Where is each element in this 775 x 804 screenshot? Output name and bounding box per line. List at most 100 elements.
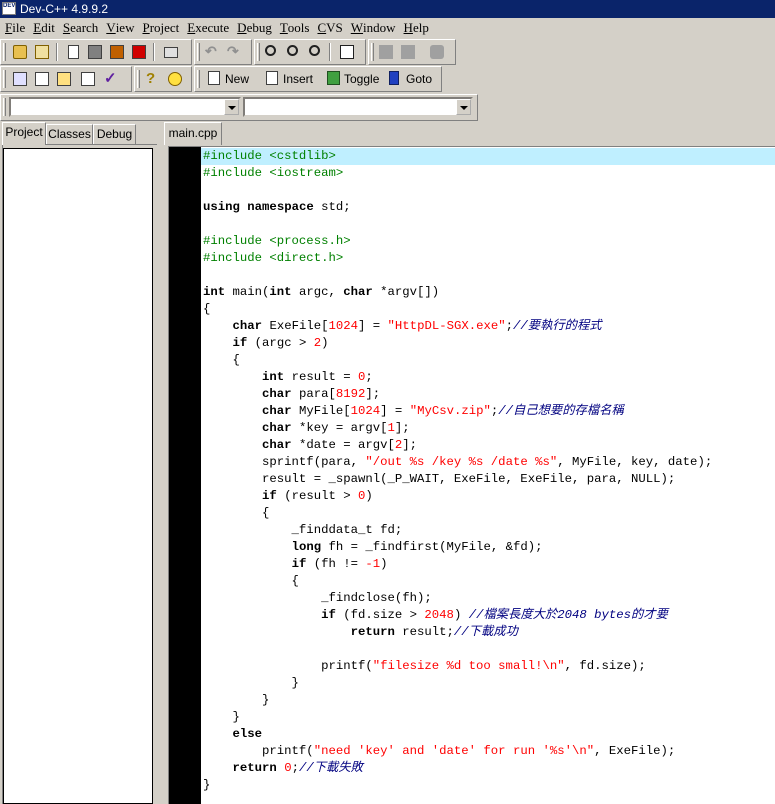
code-line[interactable]: { bbox=[201, 301, 775, 318]
code-line[interactable]: char MyFile[1024] = "MyCsv.zip";//自己想要的存… bbox=[201, 403, 775, 420]
project-options-button[interactable] bbox=[54, 70, 74, 88]
goto-bookmark-button[interactable]: Goto bbox=[389, 70, 435, 88]
code-text: *date = argv[ bbox=[291, 438, 395, 452]
tab-debug[interactable]: Debug bbox=[93, 124, 136, 144]
toolbar-grip[interactable] bbox=[257, 43, 260, 61]
code-line[interactable]: else bbox=[201, 726, 775, 743]
code-line[interactable]: int result = 0; bbox=[201, 369, 775, 386]
code-line[interactable] bbox=[201, 182, 775, 199]
insert-button[interactable]: Insert bbox=[266, 70, 316, 88]
menu-execute[interactable]: Execute bbox=[184, 18, 232, 38]
menu-search[interactable]: Search bbox=[60, 18, 101, 38]
menu-tools[interactable]: Tools bbox=[277, 18, 313, 38]
code-line[interactable] bbox=[201, 216, 775, 233]
tab-project[interactable]: Project bbox=[2, 122, 46, 145]
code-line[interactable]: { bbox=[201, 505, 775, 522]
code-line[interactable]: { bbox=[201, 573, 775, 590]
code-line[interactable]: char para[8192]; bbox=[201, 386, 775, 403]
toolbar-grip[interactable] bbox=[197, 43, 200, 61]
toolbar-grip[interactable] bbox=[197, 70, 200, 88]
editor-gutter[interactable] bbox=[169, 147, 201, 804]
code-line[interactable]: { bbox=[201, 352, 775, 369]
code-line[interactable]: if (argc > 2) bbox=[201, 335, 775, 352]
about-button[interactable] bbox=[165, 70, 185, 88]
menu-window[interactable]: Window bbox=[348, 18, 399, 38]
close-file-button[interactable] bbox=[129, 43, 149, 61]
code-editor[interactable]: #include <cstdlib> #include <iostream> us… bbox=[168, 146, 775, 804]
rebuild-button[interactable] bbox=[427, 43, 447, 61]
code-line[interactable]: sprintf(para, "/out %s /key %s /date %s"… bbox=[201, 454, 775, 471]
save-button[interactable] bbox=[85, 43, 105, 61]
add-to-project-button[interactable] bbox=[10, 70, 30, 88]
new-file-button[interactable] bbox=[63, 43, 83, 61]
chevron-down-icon[interactable] bbox=[456, 99, 471, 115]
code-text: main( bbox=[225, 285, 270, 299]
member-select[interactable] bbox=[243, 97, 473, 117]
toggle-bookmark-button[interactable]: Toggle bbox=[327, 70, 382, 88]
menu-edit[interactable]: Edit bbox=[30, 18, 58, 38]
code-line[interactable]: if (fd.size > 2048) //檔案長度大於2048 bytes的才… bbox=[201, 607, 775, 624]
undo-button[interactable]: ↶ bbox=[202, 43, 222, 61]
menu-help[interactable]: Help bbox=[401, 18, 432, 38]
new-button[interactable]: New bbox=[208, 70, 250, 88]
code-line[interactable]: char ExeFile[1024] = "HttpDL-SGX.exe";//… bbox=[201, 318, 775, 335]
goto-line-button[interactable] bbox=[337, 43, 357, 61]
remove-from-project-button[interactable] bbox=[32, 70, 52, 88]
code-line[interactable]: #include <direct.h> bbox=[201, 250, 775, 267]
toolbar-grip[interactable] bbox=[371, 43, 374, 61]
tab-main-cpp[interactable]: main.cpp bbox=[164, 122, 222, 145]
code-line[interactable]: _findclose(fh); bbox=[201, 590, 775, 607]
current-code-line[interactable]: #include <cstdlib> bbox=[201, 148, 775, 165]
print-button[interactable] bbox=[161, 43, 181, 61]
menu-debug[interactable]: Debug bbox=[234, 18, 275, 38]
toolbar-grip[interactable] bbox=[137, 70, 140, 88]
code-line[interactable]: long fh = _findfirst(MyFile, &fd); bbox=[201, 539, 775, 556]
chevron-down-icon[interactable] bbox=[224, 99, 239, 115]
menu-view[interactable]: View bbox=[103, 18, 137, 38]
redo-button[interactable]: ↷ bbox=[224, 43, 244, 61]
code-line[interactable]: return 0;//下載失敗 bbox=[201, 760, 775, 777]
code-line[interactable]: result = _spawnl(_P_WAIT, ExeFile, ExeFi… bbox=[201, 471, 775, 488]
code-line[interactable] bbox=[201, 641, 775, 658]
help-button[interactable]: ? bbox=[143, 70, 163, 88]
open-project-button[interactable] bbox=[10, 43, 30, 61]
toolbar-grip[interactable] bbox=[3, 43, 6, 61]
menu-project[interactable]: Project bbox=[139, 18, 182, 38]
code-line[interactable]: return result;//下載成功 bbox=[201, 624, 775, 641]
code-line[interactable]: _finddata_t fd; bbox=[201, 522, 775, 539]
code-line[interactable]: char *key = argv[1]; bbox=[201, 420, 775, 437]
project-tree[interactable] bbox=[3, 148, 153, 804]
class-browser-button[interactable] bbox=[78, 70, 98, 88]
menu-file[interactable]: File bbox=[2, 18, 28, 38]
code-line[interactable]: } bbox=[201, 692, 775, 709]
code-line[interactable]: printf("filesize %d too small!\n", fd.si… bbox=[201, 658, 775, 675]
code-line[interactable]: } bbox=[201, 777, 775, 794]
tab-classes[interactable]: Classes bbox=[46, 124, 93, 144]
code-line[interactable]: using namespace std; bbox=[201, 199, 775, 216]
check-syntax-button[interactable]: ✓ bbox=[101, 70, 121, 88]
code-line[interactable]: int main(int argc, char *argv[]) bbox=[201, 284, 775, 301]
toolbar-grip[interactable] bbox=[3, 70, 6, 88]
compile-button[interactable] bbox=[376, 43, 396, 61]
code-line[interactable] bbox=[201, 267, 775, 284]
class-select[interactable] bbox=[9, 97, 241, 117]
code-area[interactable]: #include <cstdlib> #include <iostream> us… bbox=[201, 148, 775, 794]
find-next-button[interactable] bbox=[306, 43, 326, 61]
save-all-button[interactable] bbox=[107, 43, 127, 61]
find-button[interactable] bbox=[262, 43, 282, 61]
code-line[interactable]: char *date = argv[2]; bbox=[201, 437, 775, 454]
code-line[interactable]: #include <iostream> bbox=[201, 165, 775, 182]
close-project-button[interactable] bbox=[32, 43, 52, 61]
code-line[interactable]: } bbox=[201, 709, 775, 726]
toolbar-grip[interactable] bbox=[3, 98, 6, 116]
replace-button[interactable] bbox=[284, 43, 304, 61]
code-line[interactable]: printf("need 'key' and 'date' for run '%… bbox=[201, 743, 775, 760]
code-line[interactable]: if (fh != -1) bbox=[201, 556, 775, 573]
code-line[interactable]: if (result > 0) bbox=[201, 488, 775, 505]
code-line[interactable]: #include <process.h> bbox=[201, 233, 775, 250]
menu-cvs[interactable]: CVS bbox=[314, 18, 345, 38]
run-button[interactable] bbox=[398, 43, 418, 61]
code-line[interactable]: } bbox=[201, 675, 775, 692]
